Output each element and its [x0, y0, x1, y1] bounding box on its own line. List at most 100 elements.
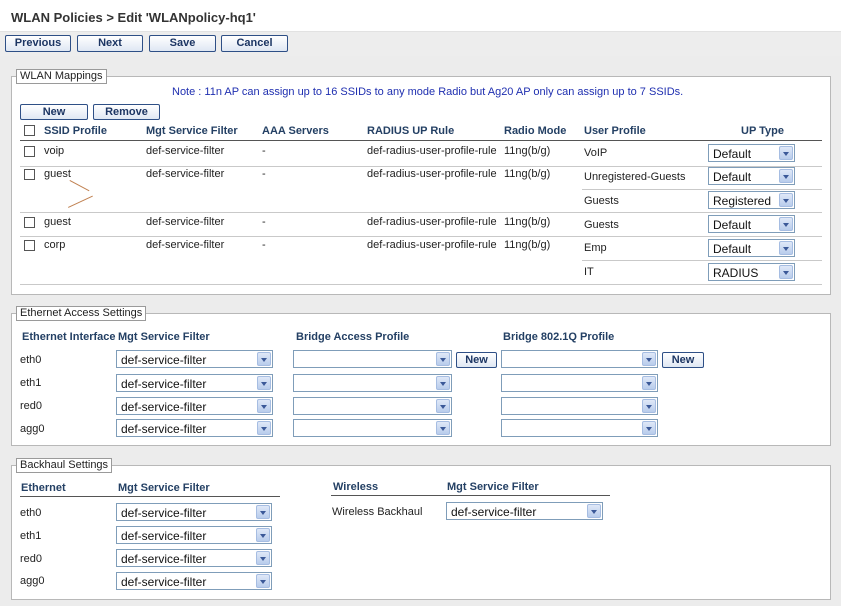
interface-label: red0 — [20, 553, 43, 565]
bridge-access-select[interactable] — [293, 350, 452, 368]
title-bar: WLAN Policies > Edit 'WLANpolicy-hq1' — [0, 0, 841, 32]
ssid-cell[interactable]: corp — [44, 239, 65, 251]
chevron-down-icon — [436, 376, 450, 390]
row-divider — [20, 166, 822, 167]
ssid-cell[interactable]: guest — [44, 216, 71, 228]
aaa-cell: - — [262, 216, 266, 228]
interface-label: red0 — [20, 400, 43, 412]
bridge-access-select[interactable] — [293, 374, 452, 392]
radio-mode-cell: 11ng(b/g) — [504, 145, 551, 157]
header-divider — [20, 140, 822, 141]
ethernet-access-legend: Ethernet Access Settings — [16, 306, 147, 321]
up-type-select[interactable]: Default — [708, 144, 795, 162]
interface-label: agg0 — [20, 423, 45, 435]
backhaul-mgt-filter-select[interactable]: def-service-filter — [116, 572, 272, 590]
bridge-access-select[interactable] — [293, 419, 452, 437]
next-button[interactable]: Next — [77, 35, 143, 52]
toolbar: Previous Next Save Cancel — [0, 32, 841, 56]
profile-divider — [582, 260, 822, 261]
mgt-filter-select[interactable]: def-service-filter — [116, 397, 273, 415]
save-button[interactable]: Save — [149, 35, 216, 52]
up-type-select[interactable]: RADIUS — [708, 263, 795, 281]
bridge-access-select[interactable] — [293, 397, 452, 415]
row-checkbox[interactable] — [24, 146, 35, 157]
chevron-down-icon — [256, 505, 270, 519]
previous-button[interactable]: Previous — [5, 35, 71, 52]
header-wireless-mgt-filter: Mgt Service Filter — [447, 481, 539, 493]
bridge-8021q-select[interactable] — [501, 397, 658, 415]
chevron-down-icon — [779, 241, 793, 255]
interface-label: eth1 — [20, 377, 42, 389]
header-aaa-servers: AAA Servers — [262, 125, 329, 137]
mgt-filter-cell: def-service-filter — [146, 168, 225, 180]
interface-label: agg0 — [20, 575, 45, 587]
chevron-down-icon — [256, 528, 270, 542]
chevron-down-icon — [642, 376, 656, 390]
user-profile-cell: Unregistered-Guests — [584, 171, 686, 183]
ssid-cell[interactable]: guest — [44, 168, 71, 180]
backhaul-ethernet-divider — [20, 496, 280, 497]
mgt-filter-cell: def-service-filter — [146, 216, 225, 228]
chevron-down-icon — [642, 399, 656, 413]
backhaul-mgt-filter-select[interactable]: def-service-filter — [116, 549, 272, 567]
backhaul-mgt-filter-select[interactable]: def-service-filter — [116, 503, 272, 521]
ssid-cell[interactable]: voip — [44, 145, 64, 157]
row-checkbox[interactable] — [24, 217, 35, 228]
row-divider — [20, 212, 822, 213]
bridge-8021q-select[interactable] — [501, 350, 658, 368]
user-profile-cell: VoIP — [584, 147, 608, 159]
chevron-down-icon — [436, 399, 450, 413]
chevron-down-icon — [587, 504, 601, 518]
select-all-checkbox[interactable] — [24, 125, 35, 136]
chevron-down-icon — [257, 399, 271, 413]
chevron-down-icon — [642, 421, 656, 435]
bridge-8021q-new-button[interactable]: New — [662, 352, 704, 368]
mgt-filter-select[interactable]: def-service-filter — [116, 419, 273, 437]
header-wireless: Wireless — [333, 481, 379, 493]
chevron-down-icon — [779, 265, 793, 279]
user-profile-cell: IT — [584, 266, 594, 278]
wlan-mappings-legend: WLAN Mappings — [16, 69, 107, 84]
header-mgt-service-filter: Mgt Service Filter — [118, 331, 210, 343]
page-title: WLAN Policies > Edit 'WLANpolicy-hq1' — [11, 10, 256, 25]
radio-mode-cell: 11ng(b/g) — [504, 216, 551, 228]
wireless-backhaul-label: Wireless Backhaul — [332, 506, 423, 518]
radius-rule-cell: def-radius-user-profile-rule — [367, 145, 497, 157]
up-type-select[interactable]: Registered — [708, 191, 795, 209]
aaa-cell: - — [262, 168, 266, 180]
chevron-down-icon — [779, 193, 793, 207]
up-type-select[interactable]: Default — [708, 239, 795, 257]
header-radio-mode: Radio Mode — [504, 125, 567, 137]
interface-label: eth0 — [20, 354, 42, 366]
chevron-down-icon — [256, 551, 270, 565]
interface-label: eth0 — [20, 507, 42, 519]
backhaul-legend: Backhaul Settings — [16, 458, 113, 473]
backhaul-mgt-filter-select[interactable]: def-service-filter — [116, 526, 272, 544]
user-profile-cell: Emp — [584, 242, 607, 254]
bridge-access-new-button[interactable]: New — [456, 352, 497, 368]
header-radius-up-rule: RADIUS UP Rule — [367, 125, 455, 137]
up-type-select[interactable]: Default — [708, 167, 795, 185]
chevron-down-icon — [642, 352, 656, 366]
chevron-down-icon — [779, 169, 793, 183]
wlan-remove-button[interactable]: Remove — [93, 104, 160, 120]
chevron-down-icon — [779, 146, 793, 160]
aaa-cell: - — [262, 239, 266, 251]
mgt-filter-cell: def-service-filter — [146, 145, 225, 157]
profile-divider — [582, 189, 822, 190]
mgt-filter-select[interactable]: def-service-filter — [116, 350, 273, 368]
cancel-button[interactable]: Cancel — [221, 35, 288, 52]
mgt-filter-select[interactable]: def-service-filter — [116, 374, 273, 392]
wireless-mgt-filter-select[interactable]: def-service-filter — [446, 502, 603, 520]
row-checkbox[interactable] — [24, 169, 35, 180]
bridge-8021q-select[interactable] — [501, 374, 658, 392]
bridge-8021q-select[interactable] — [501, 419, 658, 437]
header-ethernet-interface: Ethernet Interface — [22, 331, 116, 343]
user-profile-cell: Guests — [584, 219, 619, 231]
wlan-new-button[interactable]: New — [20, 104, 88, 120]
radius-rule-cell: def-radius-user-profile-rule — [367, 216, 497, 228]
up-type-select[interactable]: Default — [708, 215, 795, 233]
chevron-down-icon — [779, 217, 793, 231]
chevron-down-icon — [436, 421, 450, 435]
row-checkbox[interactable] — [24, 240, 35, 251]
